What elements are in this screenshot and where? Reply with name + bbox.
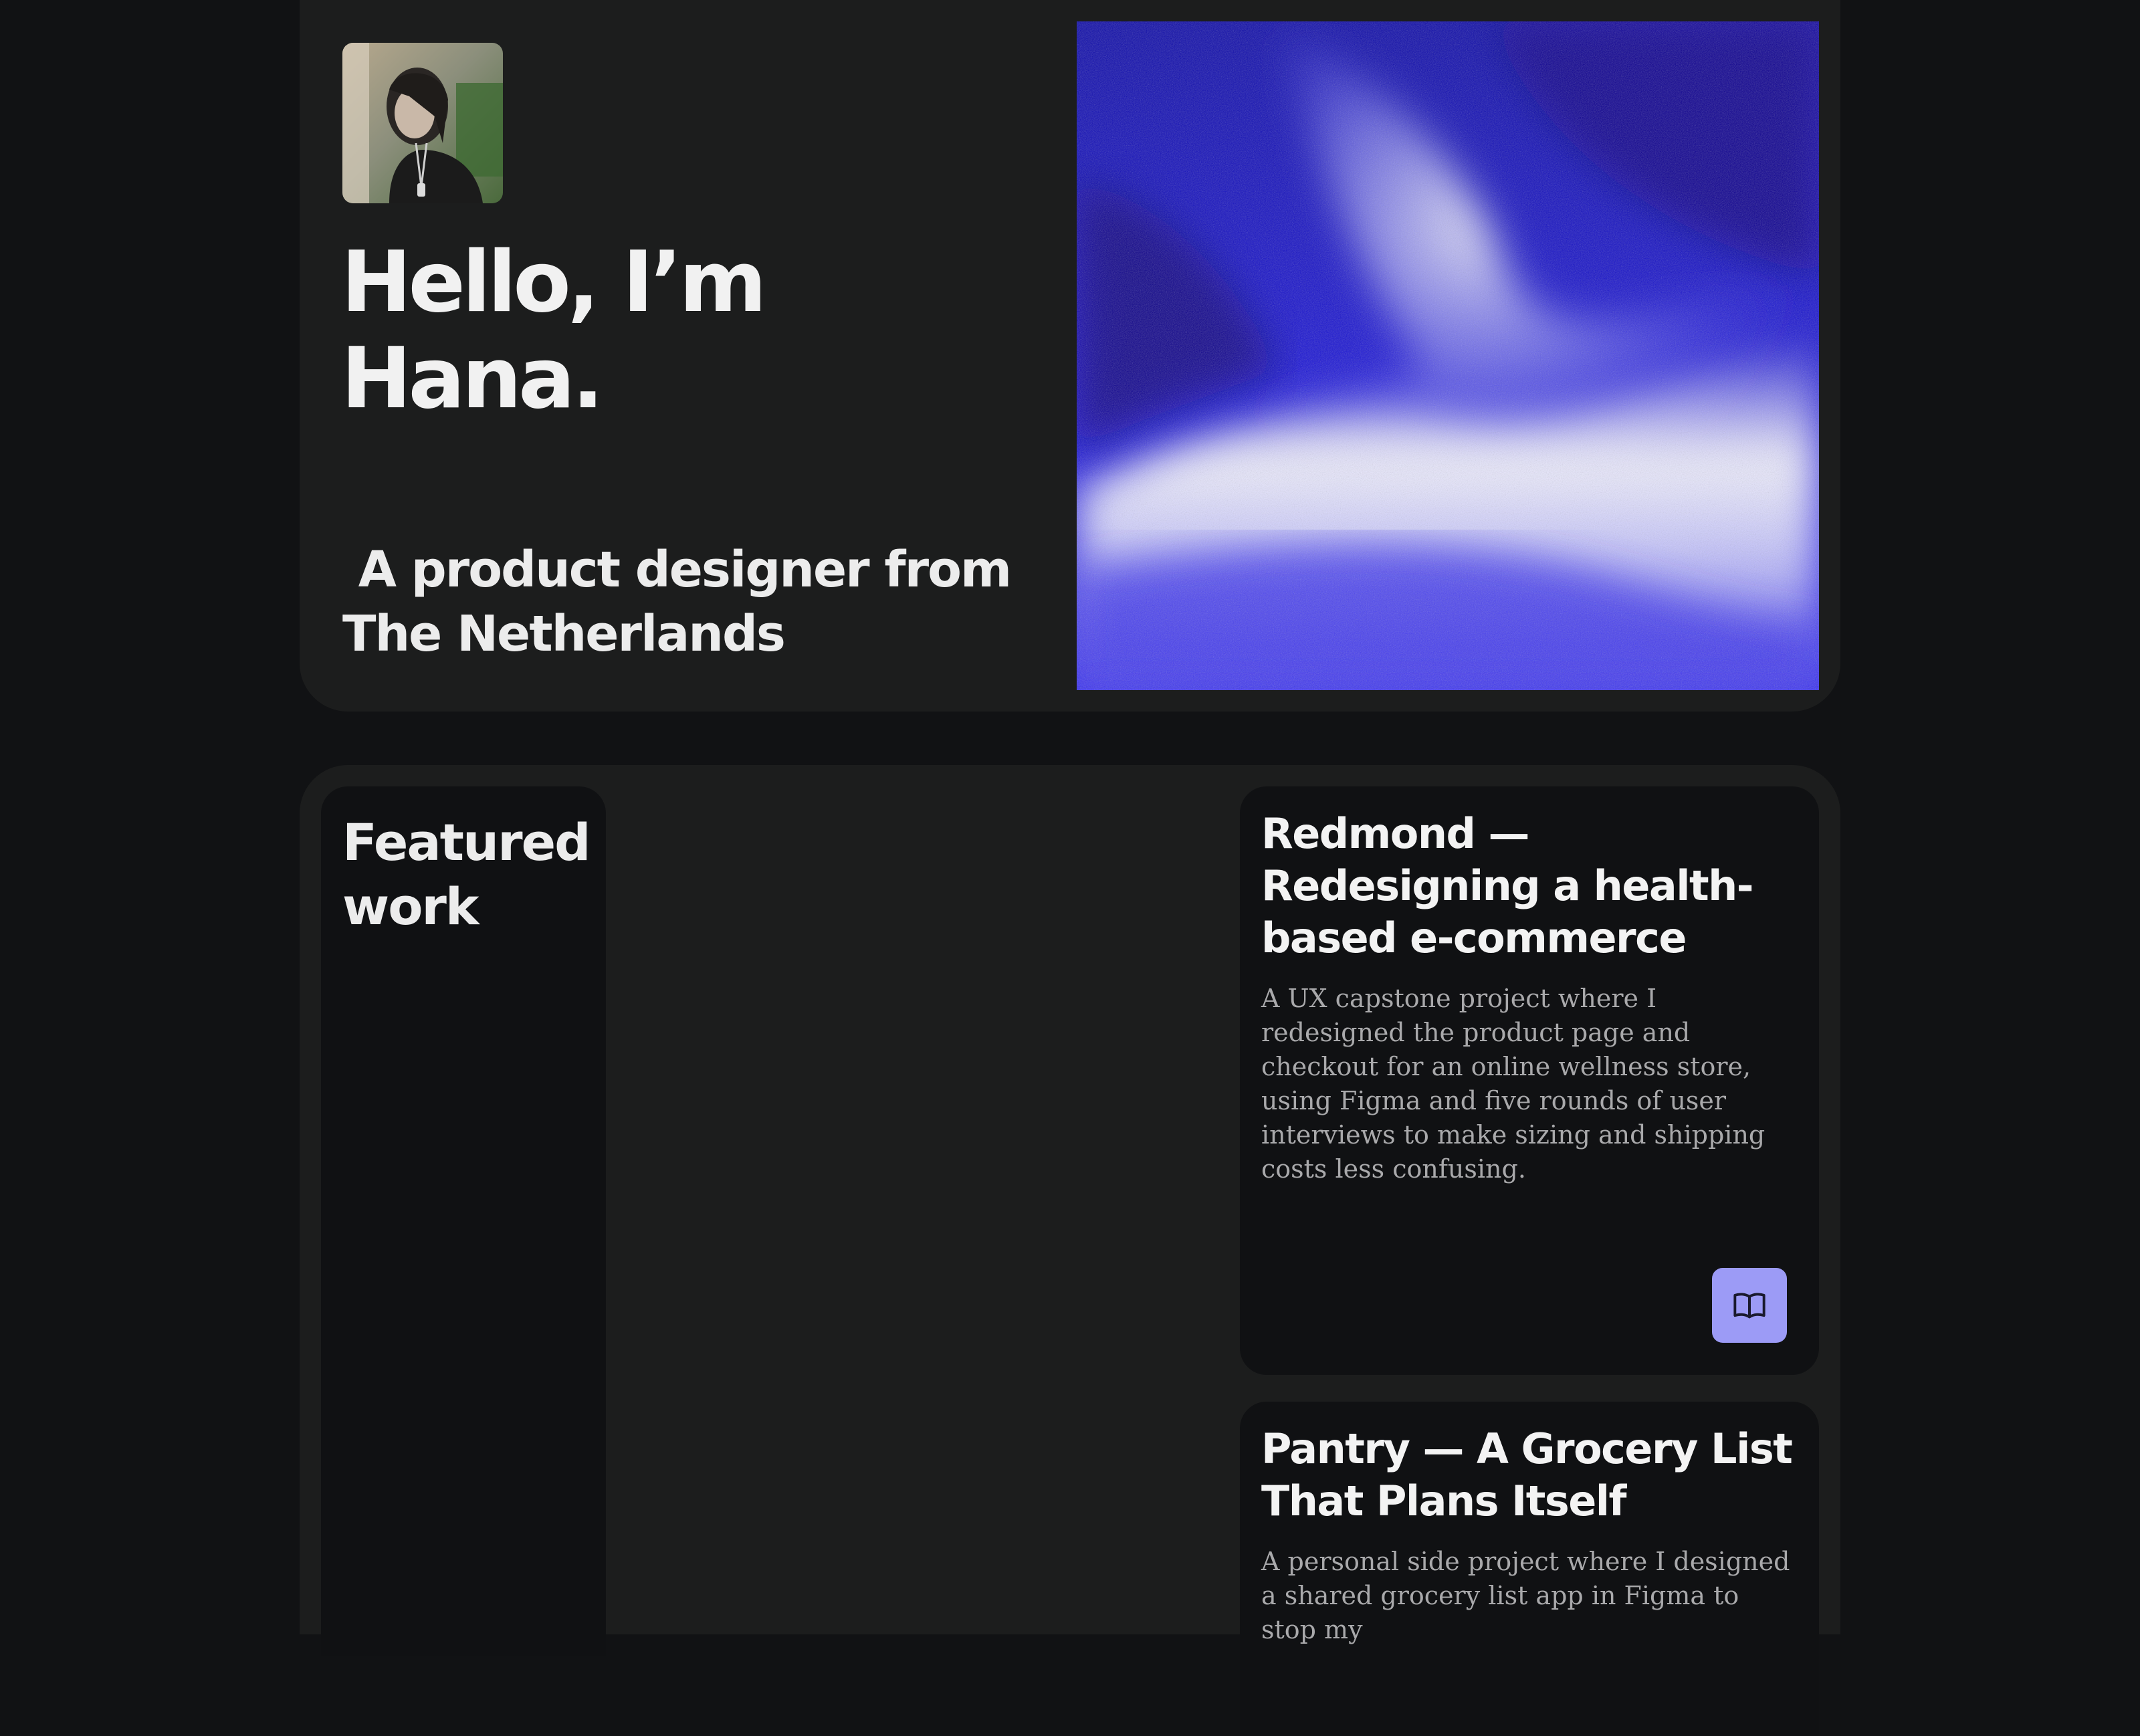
read-case-study-button[interactable]	[1712, 1268, 1787, 1343]
blue-wave-art	[1077, 21, 1819, 690]
project-description: A personal side project where I designed…	[1261, 1547, 1790, 1644]
avatar-photo	[342, 43, 503, 203]
project-title[interactable]: Pantry — A Grocery List That Plans Itsel…	[1261, 1423, 1798, 1527]
hero-section: Hello, I’m Hana. A product designer from…	[300, 0, 1840, 712]
project-description: A UX capstone project where I redesigned…	[1261, 984, 1765, 1184]
page-title: Hello, I’m Hana.	[341, 233, 767, 427]
project-title[interactable]: Redmond — Redesigning a health-based e-c…	[1261, 808, 1798, 964]
project-card-redmond[interactable]: Redmond — Redesigning a health-based e-c…	[1240, 786, 1819, 1375]
featured-work-label-panel: Featured work	[321, 786, 606, 1656]
avatar	[342, 43, 503, 203]
tagline: A product designer from The Netherlands	[342, 541, 1027, 663]
hero-artwork	[1077, 21, 1819, 690]
featured-work-section: Featured work Redmond — Redesigning a he…	[300, 765, 1840, 1736]
project-card-pantry[interactable]: Pantry — A Grocery List That Plans Itsel…	[1240, 1402, 1819, 1736]
book-open-icon	[1733, 1293, 1765, 1319]
section-title: Featured work	[342, 812, 591, 936]
